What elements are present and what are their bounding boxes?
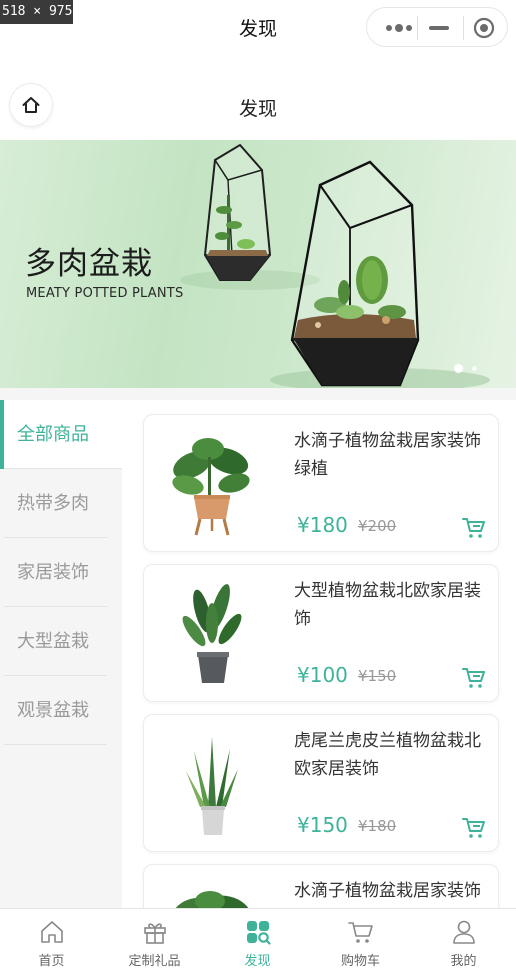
cart-icon	[348, 922, 373, 943]
product-price: ¥100	[297, 663, 348, 687]
tab-label: 定制礼品	[128, 954, 181, 969]
product-name[interactable]: 大型植物盆栽北欧家居装饰	[294, 577, 494, 633]
banner-subtitle: MEATY POTTED PLANTS	[26, 286, 184, 301]
bottom-tab-bar: 首页 定制礼品 发现 购物车 我的	[0, 908, 516, 973]
screenshot-size-tag: 518 × 975	[0, 0, 73, 24]
close-miniprogram-icon[interactable]	[473, 17, 495, 39]
product-image	[186, 737, 238, 835]
tab-cart[interactable]: 购物车	[309, 909, 412, 973]
tab-label: 购物车	[340, 954, 380, 969]
content-area: 全部商品 热带多肉 家居装饰 大型盆栽 观景盆栽 水滴子植物盆栽居家装饰绿植 ¥…	[0, 388, 516, 908]
category-landscape-potted[interactable]: 观景盆栽	[0, 676, 107, 745]
carousel-dot-active[interactable]	[454, 364, 463, 373]
page: 518 × 975 发现 发现 多肉盆栽 MEATY POTTED PLANTS…	[0, 0, 516, 973]
product-original-price: ¥200	[358, 517, 397, 535]
home-icon	[41, 921, 63, 943]
product-card[interactable]: 虎尾兰虎皮兰植物盆栽北欧家居装饰 ¥150 ¥180	[143, 714, 499, 852]
product-image	[182, 584, 242, 683]
tab-profile[interactable]: 我的	[412, 909, 515, 973]
capsule-divider	[417, 16, 418, 40]
category-home-decor[interactable]: 家居装饰	[0, 538, 107, 607]
add-to-cart-icon[interactable]	[462, 817, 486, 839]
tab-custom-gift[interactable]: 定制礼品	[103, 909, 206, 973]
category-all[interactable]: 全部商品	[0, 400, 122, 469]
product-price: ¥150	[297, 813, 348, 837]
discover-icon	[247, 921, 271, 945]
product-list: 水滴子植物盆栽居家装饰绿植 ¥180 ¥200 大型植物盆栽北欧家居装饰 ¥10…	[122, 400, 516, 908]
category-large-potted[interactable]: 大型盆栽	[0, 607, 107, 676]
more-options-icon[interactable]	[383, 20, 415, 36]
product-card[interactable]: 大型植物盆栽北欧家居装饰 ¥100 ¥150	[143, 564, 499, 702]
product-original-price: ¥150	[358, 667, 397, 685]
gift-icon	[144, 923, 166, 944]
product-card[interactable]: 水滴子植物盆栽居家装饰绿植 ¥180 ¥200	[143, 414, 499, 552]
tab-home[interactable]: 首页	[0, 909, 103, 973]
tab-discover[interactable]: 发现	[206, 909, 309, 973]
product-image	[172, 891, 251, 908]
product-card[interactable]: 水滴子植物盆栽居家装饰	[143, 864, 499, 908]
add-to-cart-icon[interactable]	[462, 667, 486, 689]
product-price: ¥180	[297, 513, 348, 537]
product-name[interactable]: 水滴子植物盆栽居家装饰绿植	[294, 427, 494, 483]
product-name[interactable]: 虎尾兰虎皮兰植物盆栽北欧家居装饰	[294, 727, 494, 783]
tab-label: 发现	[244, 954, 271, 969]
promo-banner[interactable]: 多肉盆栽 MEATY POTTED PLANTS	[0, 140, 516, 388]
banner-title: 多肉盆栽	[25, 246, 153, 282]
minimize-icon[interactable]	[429, 26, 449, 30]
miniprogram-capsule	[366, 7, 508, 47]
category-sidebar: 全部商品 热带多肉 家居装饰 大型盆栽 观景盆栽	[0, 400, 122, 908]
product-original-price: ¥180	[358, 817, 397, 835]
product-image	[172, 438, 250, 536]
capsule-divider	[463, 16, 464, 40]
top-navigation-bar: 发现	[0, 0, 516, 56]
tab-label: 首页	[38, 954, 65, 969]
carousel-dot[interactable]	[472, 366, 477, 371]
page-title: 发现	[238, 98, 277, 120]
page-header: 发现	[0, 74, 516, 140]
tab-label: 我的	[450, 954, 477, 969]
product-name[interactable]: 水滴子植物盆栽居家装饰	[294, 877, 494, 905]
add-to-cart-icon[interactable]	[462, 517, 486, 539]
user-icon	[453, 920, 475, 944]
category-tropical-succulent[interactable]: 热带多肉	[0, 469, 107, 538]
